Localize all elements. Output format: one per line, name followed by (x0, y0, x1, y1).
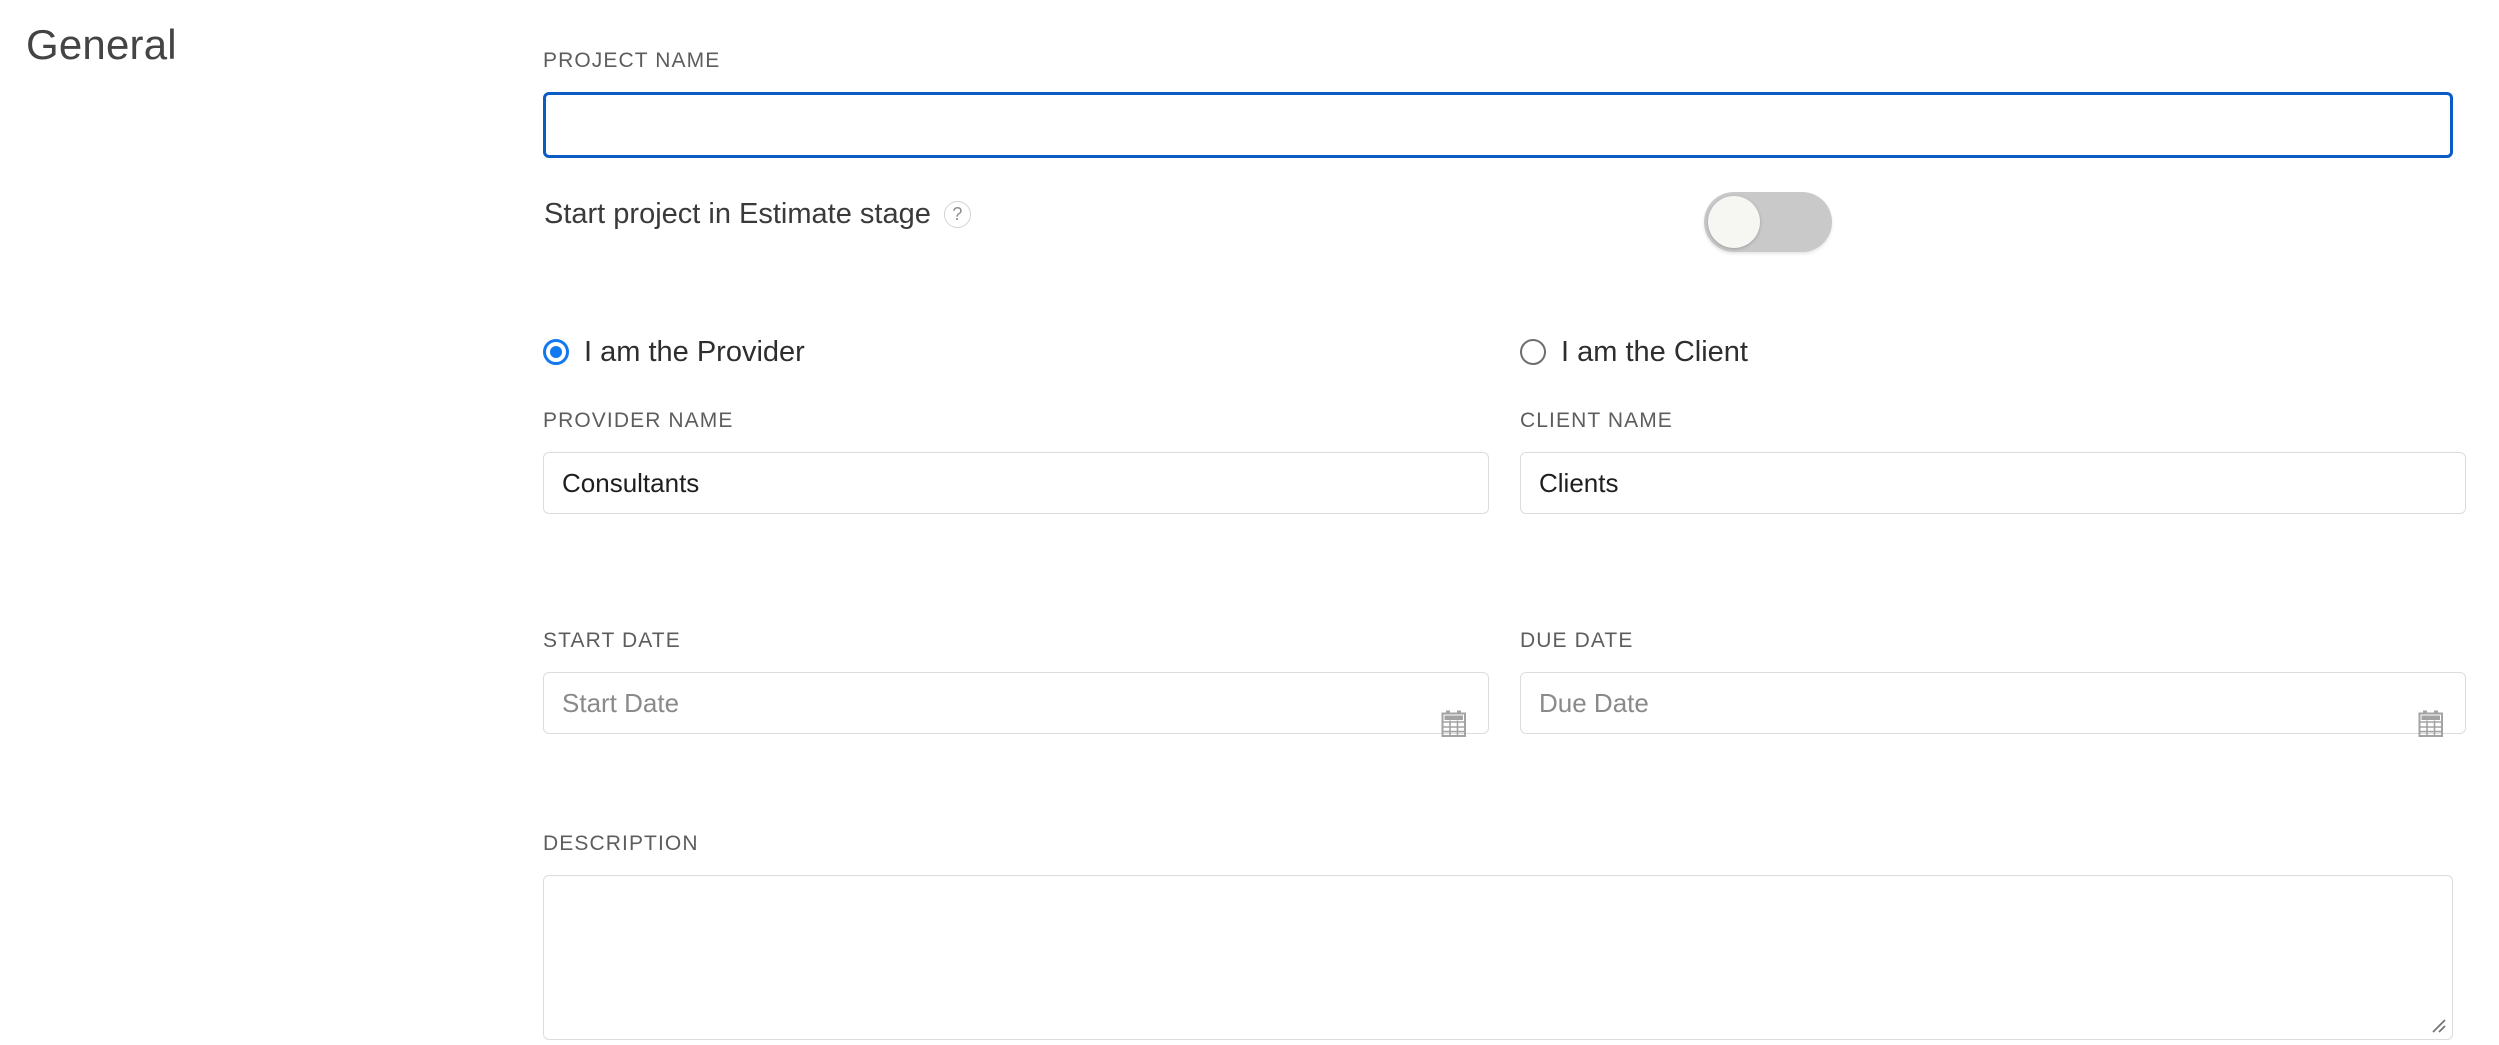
dates-row: START DATE Start Date DUE DATE Due Date (543, 629, 2466, 740)
client-name-field-group: CLIENT NAME (1520, 410, 2466, 514)
due-date-label: DUE DATE (1520, 629, 1634, 652)
estimate-stage-row: Start project in Estimate stage ? (543, 192, 2453, 254)
description-textarea[interactable] (543, 875, 2453, 1040)
role-radio-group: I am the Provider I am the Client (543, 330, 2453, 374)
start-date-input[interactable] (543, 672, 1489, 734)
radio-client-label: I am the Client (1561, 335, 1748, 368)
party-names-row: PROVIDER NAME CLIENT NAME (543, 410, 2466, 520)
radio-client-indicator[interactable] (1520, 339, 1546, 365)
description-wrap (543, 875, 2453, 1040)
radio-provider-indicator[interactable] (543, 339, 569, 365)
description-label: DESCRIPTION (543, 832, 699, 855)
toggle-knob (1708, 196, 1760, 248)
start-date-label: START DATE (543, 629, 681, 652)
page-title: General (26, 21, 177, 68)
estimate-stage-toggle[interactable] (1704, 192, 1832, 252)
question-mark-icon[interactable]: ? (943, 201, 971, 228)
radio-option-provider[interactable]: I am the Provider (543, 330, 805, 374)
start-date-wrap (543, 672, 1489, 737)
client-name-label: CLIENT NAME (1520, 409, 1673, 432)
project-name-label: PROJECT NAME (543, 49, 721, 72)
client-name-input[interactable] (1520, 452, 2466, 514)
provider-name-field-group: PROVIDER NAME (543, 410, 1489, 514)
provider-name-label: PROVIDER NAME (543, 409, 734, 432)
radio-provider-label: I am the Provider (584, 335, 805, 368)
due-date-input[interactable] (1520, 672, 2466, 734)
due-date-wrap (1520, 672, 2466, 737)
description-field-group: DESCRIPTION (543, 833, 2453, 1040)
estimate-stage-label-wrap: Start project in Estimate stage ? (544, 200, 971, 229)
provider-name-input[interactable] (543, 452, 1489, 514)
project-general-settings-page: General PROJECT NAME Start project in Es… (0, 0, 2499, 1045)
radio-option-client[interactable]: I am the Client (1520, 330, 1748, 374)
project-name-field-group: PROJECT NAME (543, 50, 2453, 158)
estimate-stage-label: Start project in Estimate stage (544, 198, 931, 230)
resize-handle-icon[interactable] (2427, 1014, 2447, 1034)
due-date-field-group: DUE DATE (1520, 629, 2466, 737)
project-name-input[interactable] (543, 92, 2453, 158)
start-date-field-group: START DATE (543, 629, 1489, 737)
